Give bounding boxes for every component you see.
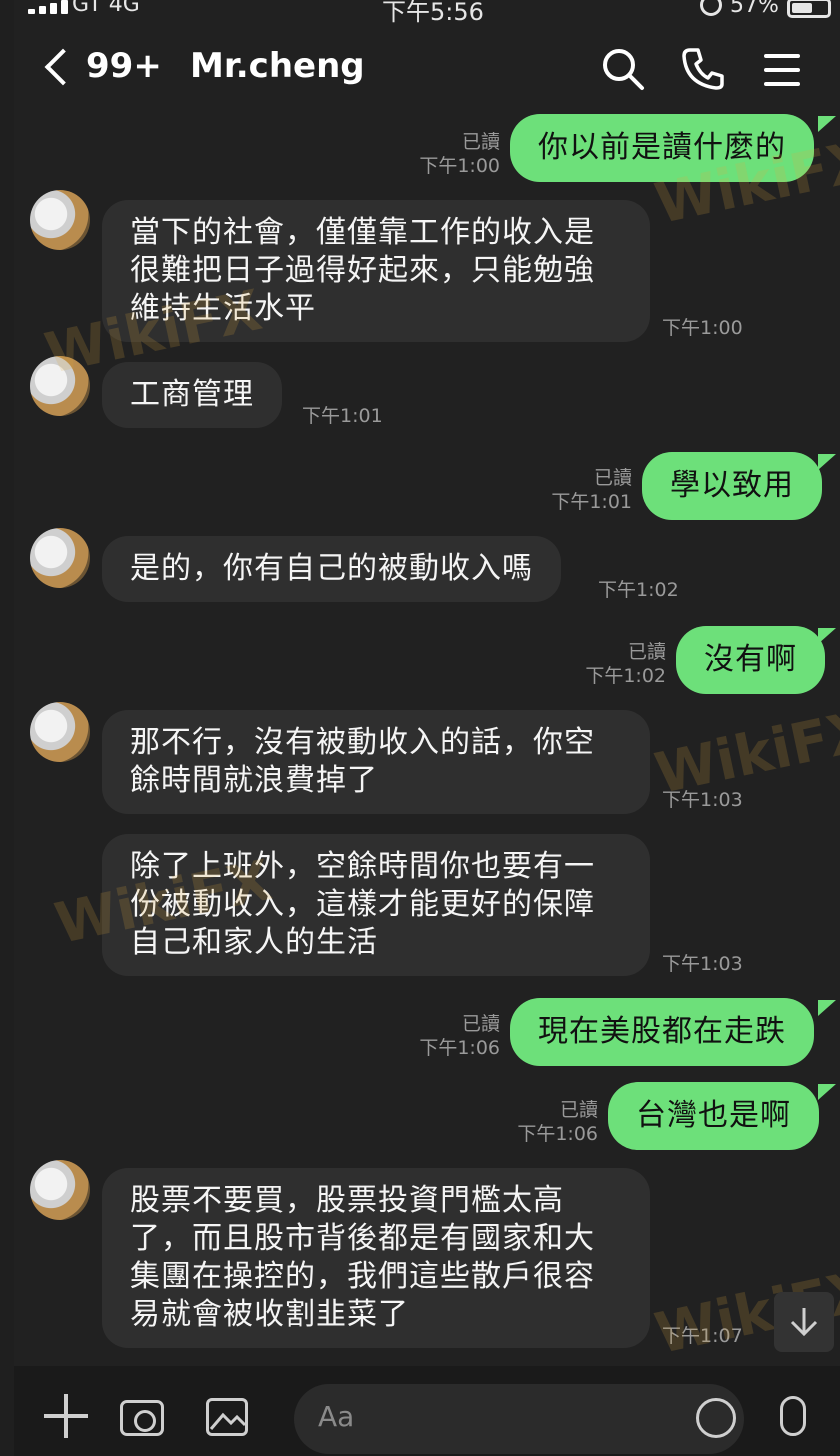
back-chevron-icon[interactable] [44,48,82,86]
message-list[interactable]: 已讀 下午1:00 你以前是讀什麼的 當下的社會，僅僅靠工作的收入是 很難把日子… [14,110,840,1365]
chat-title[interactable]: Mr.cheng [190,46,365,86]
plus-icon[interactable] [44,1394,88,1438]
microphone-icon[interactable] [780,1396,806,1436]
message-meta: 已讀 下午1:02 [560,640,666,688]
message-input[interactable]: Aa [294,1384,744,1454]
scroll-to-bottom-button[interactable] [774,1292,834,1352]
read-receipt: 已讀 [593,467,632,489]
battery-icon [786,0,831,18]
outgoing-message-bubble[interactable]: 台灣也是啊 [608,1082,819,1150]
read-receipt: 已讀 [461,131,500,153]
incoming-message-bubble[interactable]: 除了上班外，空餘時間你也要有一 份被動收入，這樣才能更好的保障 自己和家人的生活 [102,834,650,976]
image-icon[interactable] [206,1398,248,1436]
carrier-label: GT 4G [72,0,140,17]
message-meta: 已讀 下午1:06 [490,1098,598,1146]
message-time: 下午1:00 [419,155,500,177]
battery-percent: 57% [730,0,779,18]
chat-screen: GT 4G 下午5:56 57% 99+ Mr.cheng 已讀 下午1:00 [14,0,840,1456]
read-receipt: 已讀 [627,641,666,663]
rotation-lock-icon [700,0,722,16]
incoming-message-bubble[interactable]: 當下的社會，僅僅靠工作的收入是 很難把日子過得好起來，只能勉強 維持生活水平 [102,200,650,342]
contact-avatar[interactable] [30,356,90,416]
message-time: 下午1:00 [662,317,743,339]
outgoing-message-bubble[interactable]: 現在美股都在走跌 [510,998,814,1066]
battery-area: 57% [700,0,831,18]
arrow-down-icon [790,1308,818,1337]
incoming-message-bubble[interactable]: 那不行，沒有被動收入的話，你空 餘時間就浪費掉了 [102,710,650,814]
message-time: 下午1:03 [662,953,743,975]
incoming-message-bubble[interactable]: 工商管理 [102,362,282,428]
camera-icon[interactable] [120,1400,164,1436]
input-placeholder: Aa [318,1400,355,1433]
input-bar: Aa [14,1366,840,1456]
search-icon[interactable] [598,44,648,94]
message-time: 下午1:06 [517,1123,598,1145]
message-time: 下午1:02 [598,579,679,601]
chat-header: 99+ Mr.cheng [14,36,840,106]
incoming-message-bubble[interactable]: 是的，你有自己的被動收入嗎 [102,536,561,602]
message-time: 下午1:03 [662,789,743,811]
message-time: 下午1:07 [662,1325,743,1347]
menu-icon[interactable] [764,54,800,96]
phone-icon[interactable] [678,44,728,94]
outgoing-message-bubble[interactable]: 沒有啊 [676,626,825,694]
contact-avatar[interactable] [30,702,90,762]
read-receipt: 已讀 [461,1013,500,1035]
status-time: 下午5:56 [382,0,484,26]
message-time: 下午1:01 [302,405,383,427]
message-meta: 已讀 下午1:01 [520,466,632,514]
message-time: 下午1:02 [585,665,666,687]
contact-avatar[interactable] [30,190,90,250]
contact-avatar[interactable] [30,1160,90,1220]
read-receipt: 已讀 [559,1099,598,1121]
message-time: 下午1:06 [419,1037,500,1059]
outgoing-message-bubble[interactable]: 你以前是讀什麼的 [510,114,814,182]
message-time: 下午1:01 [551,491,632,513]
contact-avatar[interactable] [30,528,90,588]
emoji-icon[interactable] [696,1398,736,1438]
unread-count[interactable]: 99+ [86,46,162,86]
status-bar: GT 4G 下午5:56 57% [14,0,840,26]
outgoing-message-bubble[interactable]: 學以致用 [642,452,822,520]
incoming-message-bubble[interactable]: 股票不要買，股票投資門檻太高 了，而且股市背後都是有國家和大 集團在操控的，我們… [102,1168,650,1348]
signal-icon [28,0,68,14]
message-meta: 已讀 下午1:00 [394,130,500,178]
message-meta: 已讀 下午1:06 [394,1012,500,1060]
